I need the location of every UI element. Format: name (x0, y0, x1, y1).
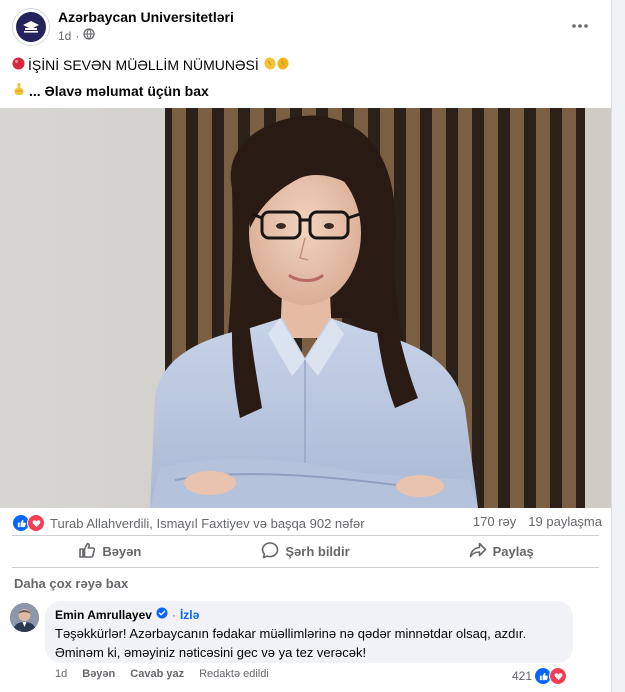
reaction-summary[interactable]: Turab Allahverdili, Ismayıl Faxtiyev və … (12, 514, 365, 532)
comment-reaction-number: 421 (511, 669, 532, 683)
verified-badge-icon (156, 607, 168, 622)
reactors-text[interactable]: Turab Allahverdili, Ismayıl Faxtiyev və … (50, 516, 365, 531)
more-options-icon[interactable] (566, 12, 594, 40)
view-more-comments-link[interactable]: Daha çox rəyə bax (14, 576, 128, 591)
comment-like-button[interactable]: Bəyən (82, 668, 115, 680)
comment-bubble: Emin Amrullayev · İzlə Təşəkkürlər! Azər… (45, 601, 573, 663)
pointing-hand-icon (12, 78, 26, 104)
share-button[interactable]: Paylaş (403, 538, 599, 564)
red-circle-icon (12, 52, 25, 78)
comment-text: Təşəkkürlər! Azərbaycanın fədakar müəlli… (55, 624, 563, 662)
clapping-hands-icon (262, 52, 292, 78)
love-icon (549, 667, 567, 685)
post-header: Azərbaycan Universitetləri 1d · (12, 8, 602, 48)
comment-actions: 1d Bəyən Cavab yaz Redaktə edildi (55, 668, 269, 680)
post-text: İŞİNİ SEVƏN MÜƏLLİM NÜMUNƏSİ ... Əlavə m… (12, 52, 292, 104)
comment-edited-label: Redaktə edildi (199, 668, 269, 680)
page-name[interactable]: Azərbaycan Universitetləri (58, 9, 234, 25)
university-logo (16, 12, 46, 42)
comment-button[interactable]: Şərh bildir (208, 538, 404, 564)
thumbs-up-icon (78, 541, 96, 562)
headline-line: İŞİNİ SEVƏN MÜƏLLİM NÜMUNƏSİ (12, 52, 292, 78)
follow-button[interactable]: İzlə (180, 608, 199, 622)
post-headline: İŞİNİ SEVƏN MÜƏLLİM NÜMUNƏSİ (28, 57, 259, 73)
post-action-bar: Bəyən Şərh bildir Paylaş (12, 538, 599, 564)
post-meta: 1d · (58, 28, 95, 43)
like-label: Bəyən (102, 543, 142, 559)
share-arrow-icon (469, 541, 487, 562)
share-label: Paylaş (492, 543, 534, 559)
comment-text-line-2: Əminəm ki, əməyiniz nəticəsini gec və ya… (55, 645, 367, 660)
comment-reaction-count[interactable]: 421 (512, 667, 567, 685)
comment-author[interactable]: Emin Amrullayev (55, 608, 152, 622)
comment-header: Emin Amrullayev · İzlə (55, 607, 200, 622)
post-photo[interactable] (0, 108, 611, 508)
post-card: Azərbaycan Universitetləri 1d · İŞİNİ SE… (0, 0, 612, 692)
comment-count[interactable]: 170 rəy (473, 514, 516, 529)
love-icon (27, 514, 45, 532)
commenter-avatar[interactable] (10, 603, 39, 632)
page-avatar[interactable] (12, 8, 50, 46)
more-info-line[interactable]: ... Əlavə məlumat üçün bax (12, 78, 292, 104)
share-count[interactable]: 19 paylaşma (528, 514, 602, 529)
post-time[interactable]: 1d (58, 29, 71, 43)
see-more-link[interactable]: ... Əlavə məlumat üçün bax (29, 78, 209, 104)
stats-divider (12, 535, 599, 536)
post-stats: Turab Allahverdili, Ismayıl Faxtiyev və … (12, 514, 602, 534)
globe-icon (83, 28, 95, 43)
comment-text-line-1: Təşəkkürlər! Azərbaycanın fədakar müəlli… (55, 626, 527, 641)
comment-bubble-icon (261, 541, 279, 562)
teacher-portrait-image (0, 108, 611, 508)
actions-divider (12, 567, 599, 568)
like-button[interactable]: Bəyən (12, 538, 208, 564)
comment-time[interactable]: 1d (55, 668, 67, 680)
comment-label: Şərh bildir (285, 543, 350, 559)
comment-reply-button[interactable]: Cavab yaz (130, 668, 184, 680)
stats-counts: 170 rəy 19 paylaşma (473, 514, 602, 529)
